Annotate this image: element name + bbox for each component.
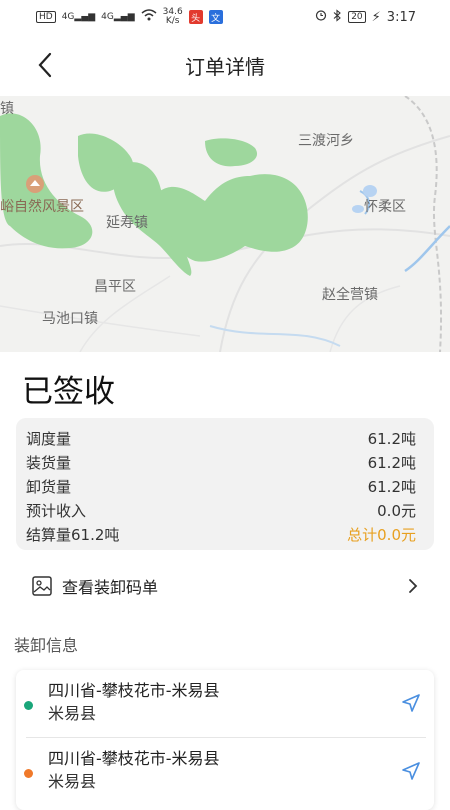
stat-row-loaded: 装货量 61.2吨 xyxy=(26,450,416,474)
stat-label: 装货量 xyxy=(26,453,72,472)
stats-card: 调度量 61.2吨 装货量 61.2吨 卸货量 61.2吨 预计收入 0.0元 … xyxy=(16,418,434,550)
image-icon xyxy=(32,576,52,596)
translate-app-icon: 文 xyxy=(208,10,223,24)
address-line1: 四川省-攀枝花市-米易县 xyxy=(48,681,220,700)
back-button[interactable] xyxy=(28,48,62,82)
section-title: 装卸信息 xyxy=(14,636,79,655)
stat-value: 61.2吨 xyxy=(367,429,416,448)
map-label: 峪自然风景区 xyxy=(0,199,84,215)
stat-row-unloaded: 卸货量 61.2吨 xyxy=(26,474,416,498)
stat-label: 预计收入 xyxy=(26,501,87,520)
address-item-loading[interactable]: 四川省-攀枝花市-米易县 米易县 xyxy=(16,670,434,736)
network-speed: 34.6 K/s xyxy=(162,7,183,26)
nav-bar: 订单详情 xyxy=(0,34,450,96)
stat-value: 61.2吨 xyxy=(367,477,416,496)
address-line2: 米易县 xyxy=(48,772,97,791)
stat-value: 0.0元 xyxy=(377,501,416,520)
map-label: 怀柔区 xyxy=(364,199,406,215)
status-bar: HD 4G▂▄▆ 4G▂▄▆ 34.6 K/s 头 文 20 ⚡ 3:17 xyxy=(0,0,450,34)
battery-icon: 20 xyxy=(348,11,366,23)
address-line2: 米易县 xyxy=(48,704,97,723)
navigate-icon[interactable] xyxy=(400,692,422,714)
address-item-unloading[interactable]: 四川省-攀枝花市-米易县 米易县 xyxy=(16,738,434,804)
alarm-icon xyxy=(315,9,327,25)
unloading-dot-icon xyxy=(24,769,33,778)
map-label: 三渡河乡 xyxy=(298,133,354,149)
news-app-icon: 头 xyxy=(188,10,203,24)
hd-badge: HD xyxy=(36,11,56,23)
wifi-icon xyxy=(141,9,157,25)
navigate-icon[interactable] xyxy=(400,760,422,782)
map-label: 镇 xyxy=(0,101,14,117)
status-bar-left: HD 4G▂▄▆ 4G▂▄▆ 34.6 K/s 头 文 xyxy=(36,8,223,26)
order-status: 已签收 xyxy=(22,374,115,410)
stat-row-settlement: 结算量61.2吨 总计0.0元 xyxy=(26,522,416,546)
stat-total-value: 总计0.0元 xyxy=(347,525,416,544)
stat-row-dispatch: 调度量 61.2吨 xyxy=(26,426,416,450)
address-card: 四川省-攀枝花市-米易县 米易县 四川省-攀枝花市-米易县 米易县 xyxy=(16,670,434,810)
loading-dot-icon xyxy=(24,701,33,710)
chevron-left-icon xyxy=(38,52,52,78)
map-label: 昌平区 xyxy=(94,279,136,295)
stat-row-income: 预计收入 0.0元 xyxy=(26,498,416,522)
network-4g-1: 4G▂▄▆ xyxy=(61,11,96,22)
status-bar-right: 20 ⚡ 3:17 xyxy=(315,8,416,26)
chevron-right-icon xyxy=(409,579,418,593)
stat-value: 61.2吨 xyxy=(367,453,416,472)
page-title: 订单详情 xyxy=(185,54,265,79)
stat-label: 卸货量 xyxy=(26,477,72,496)
manifest-label: 查看装卸码单 xyxy=(62,578,159,597)
stat-label: 调度量 xyxy=(26,429,72,448)
bluetooth-icon xyxy=(333,8,342,26)
view-manifest-button[interactable]: 查看装卸码单 xyxy=(16,566,434,606)
network-4g-2: 4G▂▄▆ xyxy=(101,11,135,22)
address-line1: 四川省-攀枝花市-米易县 xyxy=(48,749,220,768)
map-label: 马池口镇 xyxy=(42,311,98,327)
stat-label: 结算量61.2吨 xyxy=(26,525,120,544)
route-map[interactable]: 镇 三渡河乡 峪自然风景区 怀柔区 延寿镇 昌平区 赵全营镇 马池口镇 xyxy=(0,96,450,352)
clock-time: 3:17 xyxy=(386,9,416,25)
map-label: 延寿镇 xyxy=(106,215,148,231)
map-label: 赵全营镇 xyxy=(322,287,378,303)
charging-icon: ⚡ xyxy=(371,9,381,25)
